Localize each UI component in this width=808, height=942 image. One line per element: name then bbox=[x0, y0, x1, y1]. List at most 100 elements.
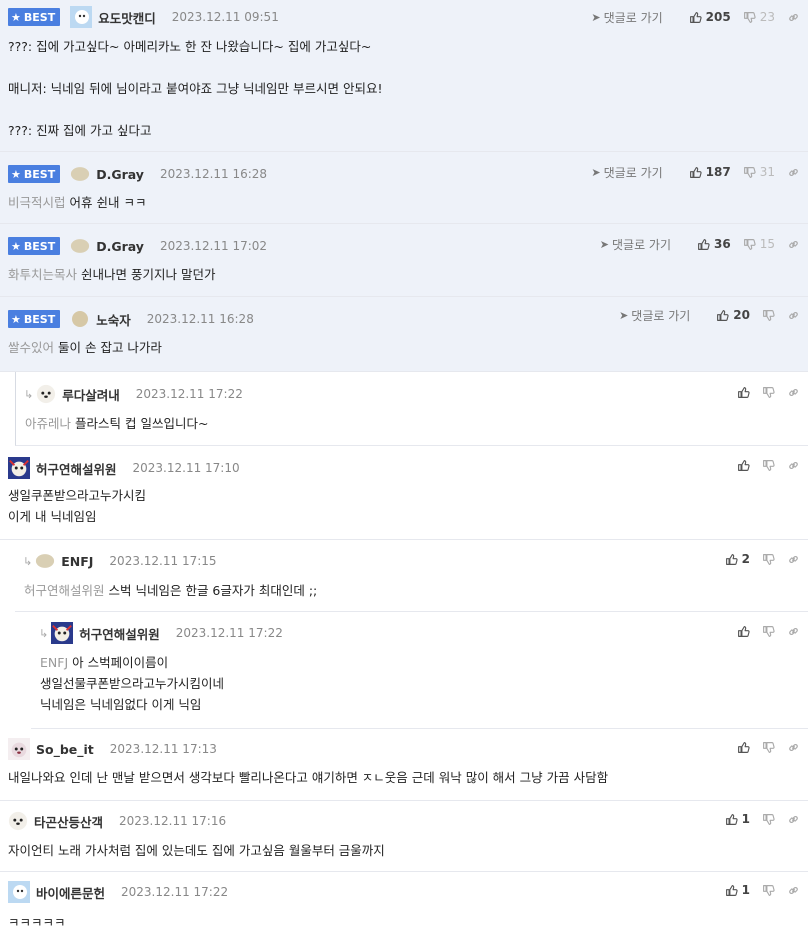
thumb-up-icon bbox=[725, 553, 738, 566]
comment-actions bbox=[725, 737, 800, 757]
permalink-button[interactable] bbox=[787, 386, 800, 399]
reply-arrow-icon: ↳ bbox=[24, 387, 34, 401]
upvote-button[interactable] bbox=[737, 625, 750, 638]
avatar[interactable] bbox=[70, 6, 93, 28]
nickname[interactable]: D.Gray bbox=[96, 239, 144, 254]
avatar[interactable] bbox=[8, 881, 30, 903]
reply-mention[interactable]: 허구연해설위원 bbox=[24, 583, 105, 598]
permalink-button[interactable] bbox=[787, 553, 800, 566]
nickname[interactable]: ENFJ bbox=[61, 554, 93, 569]
nickname[interactable]: D.Gray bbox=[96, 167, 144, 182]
downvote-button[interactable] bbox=[762, 813, 775, 826]
reply-arrow-icon: ↳ bbox=[39, 626, 49, 640]
send-arrow-icon: ➤ bbox=[591, 165, 601, 179]
link-icon bbox=[787, 238, 800, 251]
nickname[interactable]: 타곤산등산객 bbox=[34, 812, 103, 831]
avatar[interactable] bbox=[8, 738, 30, 760]
permalink-button[interactable] bbox=[787, 884, 800, 897]
upvote-button[interactable] bbox=[737, 741, 750, 754]
reply-mention[interactable]: 쌀수있어 bbox=[8, 340, 54, 355]
thumb-up-icon bbox=[725, 813, 738, 826]
upvote-button[interactable]: 205 bbox=[689, 10, 731, 24]
comment-item: 허구연해설위원 2023.12.11 17:10 생일쿠폰받으라고누가시킴 이게… bbox=[0, 446, 808, 540]
nickname[interactable]: 노숙자 bbox=[96, 310, 131, 329]
comment-item: ↳ 루다살려내 2023.12.11 17:22 아쥬레나 플라스틱 컵 일쓰입니… bbox=[15, 372, 808, 446]
avatar[interactable] bbox=[51, 622, 74, 644]
downvote-button[interactable] bbox=[762, 386, 775, 399]
comment-body: 생일쿠폰받으라고누가시킴 이게 내 닉네임임 bbox=[8, 485, 800, 527]
comment-body: 쌀수있어 둘이 손 잡고 나가라 bbox=[8, 337, 800, 358]
reply-mention[interactable]: 화투치는목사 bbox=[8, 267, 77, 282]
permalink-button[interactable] bbox=[787, 166, 800, 179]
permalink-button[interactable] bbox=[787, 741, 800, 754]
comment-body: 아쥬레나 플라스틱 컵 일쓰입니다~ bbox=[25, 413, 800, 434]
comment-item: 타곤산등산객 2023.12.11 17:16 1 자이언티 노래 가사처럼 집… bbox=[0, 801, 808, 872]
downvote-button[interactable]: 31 bbox=[743, 165, 775, 179]
goto-reply-link[interactable]: ➤ 댓글로 가기 bbox=[591, 9, 662, 26]
avatar[interactable] bbox=[35, 551, 55, 571]
goto-reply-link[interactable]: ➤ 댓글로 가기 bbox=[619, 307, 690, 324]
nickname[interactable]: So_be_it bbox=[36, 742, 94, 757]
link-icon bbox=[787, 11, 800, 24]
thumb-down-icon bbox=[743, 166, 756, 179]
comment-date: 2023.12.11 16:28 bbox=[159, 167, 268, 181]
comment-header: 허구연해설위원 2023.12.11 17:10 bbox=[8, 457, 808, 479]
link-icon bbox=[787, 386, 800, 399]
nickname[interactable]: 바이에른문헌 bbox=[36, 883, 105, 902]
permalink-button[interactable] bbox=[787, 459, 800, 472]
nickname[interactable]: 루다살려내 bbox=[62, 385, 120, 404]
downvote-button[interactable] bbox=[762, 741, 775, 754]
star-icon: ★ bbox=[11, 312, 21, 326]
downvote-button[interactable] bbox=[762, 459, 775, 472]
avatar[interactable] bbox=[8, 457, 30, 479]
downvote-button[interactable] bbox=[762, 553, 775, 566]
downvote-button[interactable] bbox=[762, 625, 775, 638]
reply-mention[interactable]: ENFJ bbox=[40, 655, 68, 670]
upvote-button[interactable] bbox=[737, 459, 750, 472]
goto-reply-link[interactable]: ➤ 댓글로 가기 bbox=[591, 164, 662, 181]
nickname[interactable]: 허구연해설위원 bbox=[36, 459, 117, 478]
comment-date: 2023.12.11 17:16 bbox=[119, 814, 227, 828]
send-arrow-icon: ➤ bbox=[599, 237, 609, 251]
permalink-button[interactable] bbox=[787, 813, 800, 826]
permalink-button[interactable] bbox=[787, 625, 800, 638]
link-icon bbox=[787, 625, 800, 638]
downvote-button[interactable]: 15 bbox=[743, 237, 775, 251]
upvote-button[interactable]: 1 bbox=[725, 812, 750, 826]
downvote-button[interactable]: 23 bbox=[743, 10, 775, 24]
avatar[interactable] bbox=[8, 811, 28, 831]
comment-actions bbox=[725, 621, 800, 641]
comment-line: 이게 내 닉네임임 bbox=[8, 509, 97, 524]
avatar[interactable] bbox=[70, 236, 90, 256]
upvote-button[interactable]: 20 bbox=[716, 308, 750, 322]
downvote-button[interactable] bbox=[762, 309, 775, 322]
comment-header: ↳ 루다살려내 2023.12.11 17:22 bbox=[24, 384, 808, 404]
upvote-button[interactable] bbox=[737, 386, 750, 399]
comment-text: 어휴 쉰내 ㅋㅋ bbox=[69, 195, 147, 210]
reply-arrow-icon: ↳ bbox=[23, 554, 33, 568]
permalink-button[interactable] bbox=[787, 238, 800, 251]
nickname[interactable]: 허구연해설위원 bbox=[79, 624, 160, 643]
comment-item: ↳ 허구연해설위원 2023.12.11 17:22 ENFJ 아 스벅페이이름이… bbox=[31, 612, 808, 729]
permalink-button[interactable] bbox=[787, 11, 800, 24]
avatar[interactable] bbox=[36, 384, 56, 404]
comment-item: So_be_it 2023.12.11 17:13 내일나와요 인데 난 맨날 … bbox=[0, 729, 808, 801]
comment-header: So_be_it 2023.12.11 17:13 bbox=[8, 738, 808, 760]
avatar[interactable] bbox=[70, 309, 90, 329]
upvote-button[interactable]: 2 bbox=[725, 552, 750, 566]
reply-mention[interactable]: 비극적시럽 bbox=[8, 195, 66, 210]
permalink-button[interactable] bbox=[787, 309, 800, 322]
avatar[interactable] bbox=[70, 164, 90, 184]
goto-reply-link[interactable]: ➤ 댓글로 가기 bbox=[600, 236, 671, 253]
nickname[interactable]: 요도맛캔디 bbox=[98, 8, 156, 27]
upvote-button[interactable]: 187 bbox=[689, 165, 731, 179]
comment-body: 자이언티 노래 가사처럼 집에 있는데도 집에 가고싶음 월울부터 금울까지 bbox=[8, 840, 800, 861]
star-icon: ★ bbox=[11, 167, 21, 181]
reply-mention[interactable]: 아쥬레나 bbox=[25, 416, 71, 431]
downvote-button[interactable] bbox=[762, 884, 775, 897]
comment-date: 2023.12.11 09:51 bbox=[171, 10, 279, 24]
comment-body: 허구연해설위원 스벅 닉네임은 한글 6글자가 최대인데 ;; bbox=[24, 580, 800, 601]
upvote-button[interactable]: 1 bbox=[725, 883, 750, 897]
thumb-down-icon bbox=[762, 625, 775, 638]
upvote-button[interactable]: 36 bbox=[697, 237, 731, 251]
